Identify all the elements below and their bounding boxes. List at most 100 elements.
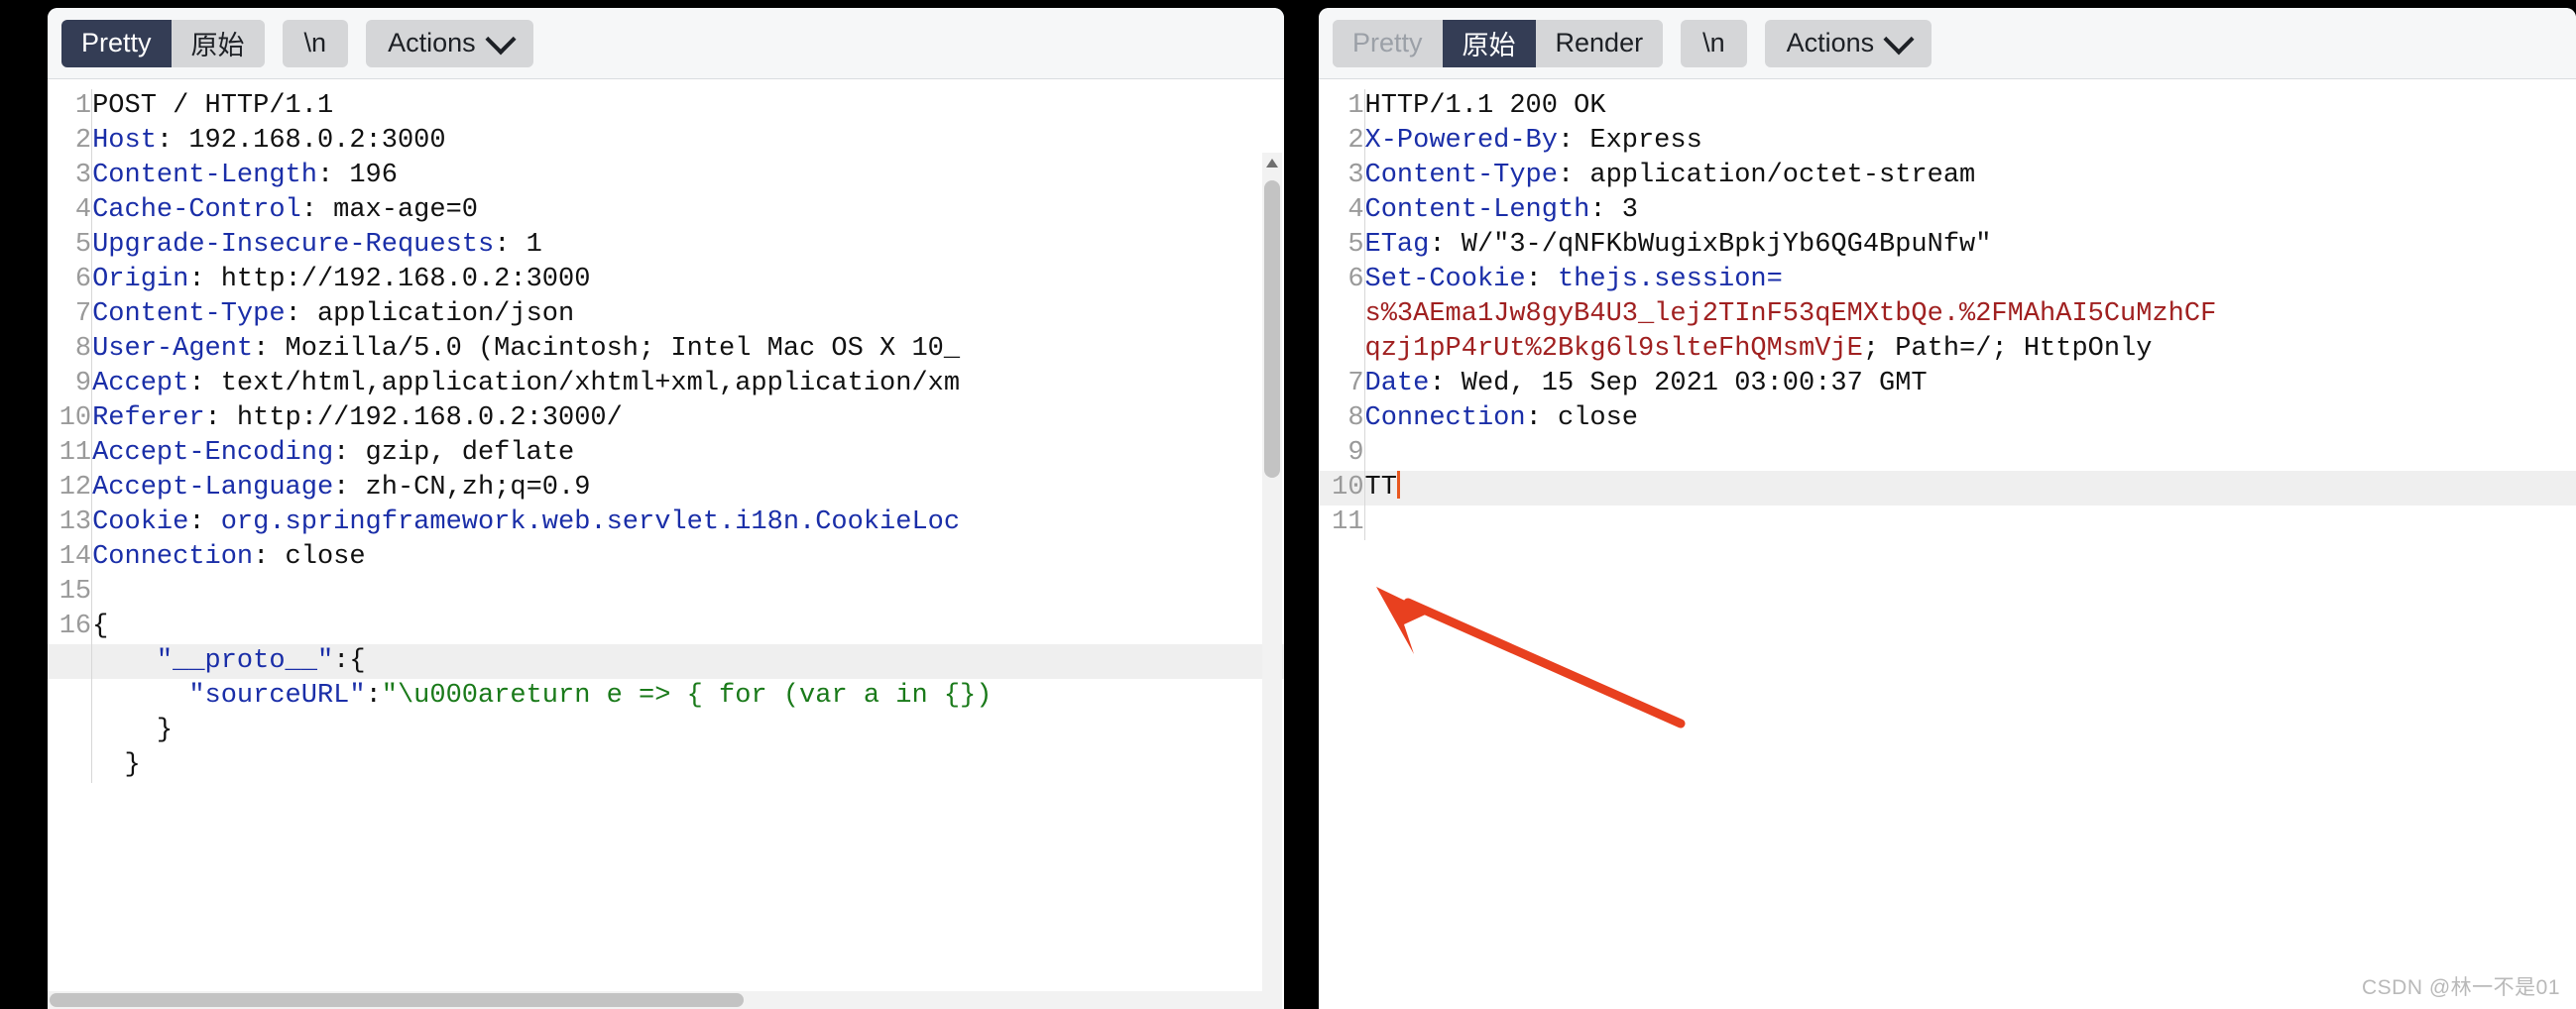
code-token: : [188,507,221,537]
code-token: Connection [92,542,254,572]
line-content [1364,505,2576,540]
code-token: : http://192.168.0.2:3000/ [204,403,623,433]
code-line: 5 Upgrade-Insecure-Requests: 1 [48,228,1284,263]
response-code-area[interactable]: 1 HTTP/1.1 200 OK 2 X-Powered-By: Express 3 C… [1319,79,2576,1009]
code-token: : close [253,542,366,572]
code-line: 7 Content-Type: application/json [48,297,1284,332]
code-token: Content-Type [1364,161,1558,190]
code-token: : 3 [1589,195,1638,225]
request-toolbar: Pretty 原始 \n Actions [48,8,1284,79]
response-toolbar: Pretty 原始 Render \n Actions [1319,8,2576,79]
response-code-scroll: 1 HTTP/1.1 200 OK 2 X-Powered-By: Express 3 C… [1319,79,2576,1009]
response-newline-button[interactable]: \n [1681,19,1747,67]
code-token: : W/"3-/qNFKbWugixBpkjYb6QG4BpuNfw" [1429,230,1992,260]
response-actions-label: Actions [1786,28,1875,57]
code-token: Accept-Encoding [92,438,334,468]
code-line: 12 Accept-Language: zh-CN,zh;q=0.9 [48,471,1284,505]
code-token: : [365,681,382,711]
line-number: 4 [48,193,93,228]
code-line: 10 Referer: http://192.168.0.2:3000/ [48,401,1284,436]
scroll-up-arrow-icon[interactable] [1266,159,1278,168]
request-tab-raw[interactable]: 原始 [171,19,265,67]
line-content: X-Powered-By: Express [1364,124,2576,159]
line-number: 2 [1319,124,1365,159]
response-code-table: 1 HTTP/1.1 200 OK 2 X-Powered-By: Express 3 C… [1319,89,2576,540]
code-token: : text/html,application/xhtml+xml,applic… [188,369,961,398]
response-tab-render[interactable]: Render [1535,19,1664,67]
code-token: } [92,750,141,780]
response-tab-raw[interactable]: 原始 [1442,19,1536,67]
response-actions-button[interactable]: Actions [1764,19,1932,67]
request-panel: Pretty 原始 \n Actions 1 POST / HTTP/1.1 2 Ho… [48,8,1284,1009]
code-token: : max-age=0 [300,195,478,225]
line-number [1319,332,1365,367]
line-number [48,714,93,748]
request-tab-pretty[interactable]: Pretty [61,19,172,67]
request-vscroll-thumb[interactable] [1264,180,1280,478]
code-line: 11 Accept-Encoding: gzip, deflate [48,436,1284,471]
code-line: 16{ [48,610,1284,644]
line-number: 4 [1319,193,1365,228]
line-number: 10 [48,401,93,436]
request-hscroll-thumb[interactable] [50,993,744,1007]
code-token: : Express [1557,126,1702,156]
line-content: Set-Cookie: thejs.session= [1364,263,2576,297]
line-number: 14 [48,540,93,575]
code-token: "\u000areturn e => { for (var a in {}) [381,681,993,711]
chevron-down-icon [485,23,517,55]
watermark: CSDN @林一不是01 [2361,976,2560,999]
line-number: 15 [48,575,93,610]
code-token: Accept [92,369,189,398]
code-token: POST / HTTP/1.1 [92,91,334,121]
response-tab-pretty[interactable]: Pretty [1333,19,1443,67]
line-content [92,575,1284,610]
code-token: : Mozilla/5.0 (Macintosh; Intel Mac OS X… [253,334,961,364]
text-cursor [1396,471,1400,499]
code-token: : application/octet-stream [1557,161,1976,190]
code-token: s%3AEma1Jw8gyB4U3_lej2TInF53qEMXtbQe.%2F… [1364,299,2217,329]
line-content: ETag: W/"3-/qNFKbWugixBpkjYb6QG4BpuNfw" [1364,228,2576,263]
code-token: : close [1525,403,1638,433]
request-newline-button[interactable]: \n [282,19,349,67]
line-number: 16 [48,610,93,644]
line-content: Content-Type: application/octet-stream [1364,159,2576,193]
line-number: 9 [48,367,93,401]
code-line: } [48,748,1284,783]
code-line: 8 Connection: close [1319,401,2576,436]
request-horizontal-scrollbar[interactable] [48,991,1264,1009]
code-line: 5 ETag: W/"3-/qNFKbWugixBpkjYb6QG4BpuNfw" [1319,228,2576,263]
code-token: X-Powered-By [1364,126,1558,156]
line-content: Content-Type: application/json [92,297,1284,332]
code-line: 14 Connection: close [48,540,1284,575]
code-token: Content-Length [92,161,317,190]
screenshot-root: Pretty 原始 \n Actions 1 POST / HTTP/1.1 2 Ho… [0,0,2576,1009]
code-token: ETag [1364,230,1430,260]
code-line: 2 X-Powered-By: Express [1319,124,2576,159]
code-line: 15 [48,575,1284,610]
line-content: POST / HTTP/1.1 [92,89,1284,124]
code-line: 3 Content-Type: application/octet-stream [1319,159,2576,193]
line-number: 11 [1319,505,1365,540]
code-token: : 192.168.0.2:3000 [156,126,446,156]
code-line: 7 Date: Wed, 15 Sep 2021 03:00:37 GMT [1319,367,2576,401]
code-token: } [92,716,174,745]
request-vertical-scrollbar[interactable] [1262,153,1282,1009]
code-token: Connection [1364,403,1526,433]
code-token: qzj1pP4rUt%2Bkg6l9slteFhQMsmVjE [1364,334,1863,364]
request-code-area[interactable]: 1 POST / HTTP/1.1 2 Host: 192.168.0.2:3000 3… [48,79,1284,1009]
request-actions-button[interactable]: Actions [366,19,533,67]
line-number: 2 [48,124,93,159]
chevron-down-icon [1883,23,1915,55]
line-number: 1 [1319,89,1365,124]
line-content: { [92,610,1284,644]
code-token: Upgrade-Insecure-Requests [92,230,495,260]
code-line: 8 User-Agent: Mozilla/5.0 (Macintosh; Int… [48,332,1284,367]
request-view-mode-group: Pretty 原始 [61,19,265,67]
response-view-mode-group: Pretty 原始 Render [1333,19,1664,67]
line-content: Accept-Encoding: gzip, deflate [92,436,1284,471]
code-line: 9 Accept: text/html,application/xhtml+xml… [48,367,1284,401]
line-content: User-Agent: Mozilla/5.0 (Macintosh; Inte… [92,332,1284,367]
line-content: Connection: close [92,540,1284,575]
